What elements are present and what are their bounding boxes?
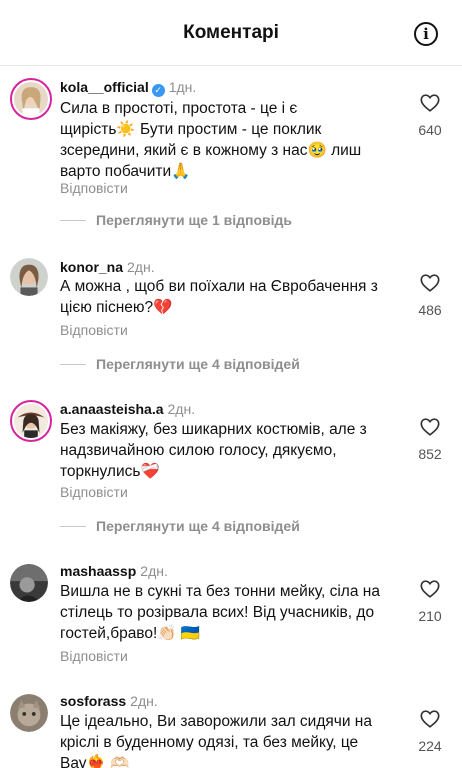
like-control: 640 (415, 92, 445, 138)
comment-line: Сила в простоті, простота - це і є (60, 100, 298, 117)
avatar[interactable] (10, 694, 48, 732)
username[interactable]: sosforass (60, 693, 126, 709)
like-count: 210 (418, 608, 442, 624)
username[interactable]: a.anaasteisha.a (60, 401, 164, 417)
comment-time: 2дн. (140, 563, 168, 579)
comment-line: щирість☀️ Бути простим - це поклик (60, 121, 322, 138)
view-more-replies[interactable]: Переглянути ще 1 відповідь (60, 212, 292, 228)
reply-button[interactable]: Відповісти (60, 180, 128, 196)
reply-button[interactable]: Відповісти (60, 484, 128, 500)
comment-line: цією піснею?💔 (60, 299, 173, 316)
divider-line (60, 525, 86, 527)
like-control: 224 (415, 708, 445, 754)
like-count: 640 (418, 122, 442, 138)
comment-line: кріслі в буденному одязі, та без мейку, … (60, 734, 359, 751)
comment-line: торкнулись❤️‍🩹 (60, 463, 160, 480)
verified-badge-icon: ✓ (151, 84, 165, 97)
comments-header: Коментарі i (0, 0, 462, 66)
view-more-replies[interactable]: Переглянути ще 4 відповідей (60, 518, 300, 534)
comment-line: варто побачити🙏 (60, 163, 191, 180)
comment-text: Це ідеально, Ви заворожили зал сидячи на… (60, 711, 400, 768)
like-count: 224 (418, 738, 442, 754)
comment-line: стілець то розірвала всих! Від учасників… (60, 604, 375, 621)
comment-line: гостей,браво!👏🏻 🇺🇦 (60, 625, 201, 642)
avatar[interactable] (10, 258, 48, 296)
comment-time: 2дн. (127, 259, 155, 275)
heart-icon[interactable] (419, 708, 441, 730)
comment-text: А можна , щоб ви поїхали на Євробачення … (60, 276, 400, 318)
comment-text: Без макіяжу, без шикарних костюмів, але … (60, 419, 400, 482)
like-control: 486 (415, 272, 445, 318)
comment-time: 1дн. (168, 79, 197, 95)
avatar[interactable] (10, 400, 52, 442)
heart-icon[interactable] (419, 92, 441, 114)
reply-button[interactable]: Відповісти (60, 322, 128, 338)
like-control: 210 (415, 578, 445, 624)
heart-icon[interactable] (419, 578, 441, 600)
comment-line: А можна , щоб ви поїхали на Євробачення … (60, 278, 378, 295)
comment-text: Вишла не в сукні та без тонни мейку, сіл… (60, 581, 400, 644)
avatar[interactable] (10, 78, 52, 120)
comment-line: Вау❤️‍🔥 🫶🏻 (60, 755, 130, 768)
comment-line: Це ідеально, Ви заворожили зал сидячи на (60, 713, 372, 730)
comment-line: Вишла не в сукні та без тонни мейку, сіл… (60, 583, 380, 600)
comment-time: 2дн. (167, 401, 196, 417)
username[interactable]: kola__official (60, 79, 149, 95)
info-icon[interactable]: i (414, 22, 438, 46)
comment-line: надзвичайною силою голосу, дякуємо, (60, 442, 337, 459)
username[interactable]: mashaassp (60, 563, 136, 579)
like-count: 852 (418, 446, 442, 462)
comment-time: 2дн. (130, 693, 158, 709)
heart-icon[interactable] (419, 416, 441, 438)
divider-line (60, 363, 86, 365)
comment-line: Без макіяжу, без шикарних костюмів, але … (60, 421, 367, 438)
comment-line: зсередини, який є в кожному з нас🥹 лиш (60, 142, 362, 159)
page-title: Коментарі (183, 22, 279, 43)
username[interactable]: konor_na (60, 259, 123, 275)
divider-line (60, 219, 86, 221)
reply-button[interactable]: Відповісти (60, 648, 128, 664)
avatar[interactable] (10, 564, 48, 602)
comment-text: Сила в простоті, простота - це і є щиріс… (60, 98, 400, 182)
like-control: 852 (415, 416, 445, 462)
like-count: 486 (418, 302, 442, 318)
view-more-replies[interactable]: Переглянути ще 4 відповідей (60, 356, 300, 372)
heart-icon[interactable] (419, 272, 441, 294)
